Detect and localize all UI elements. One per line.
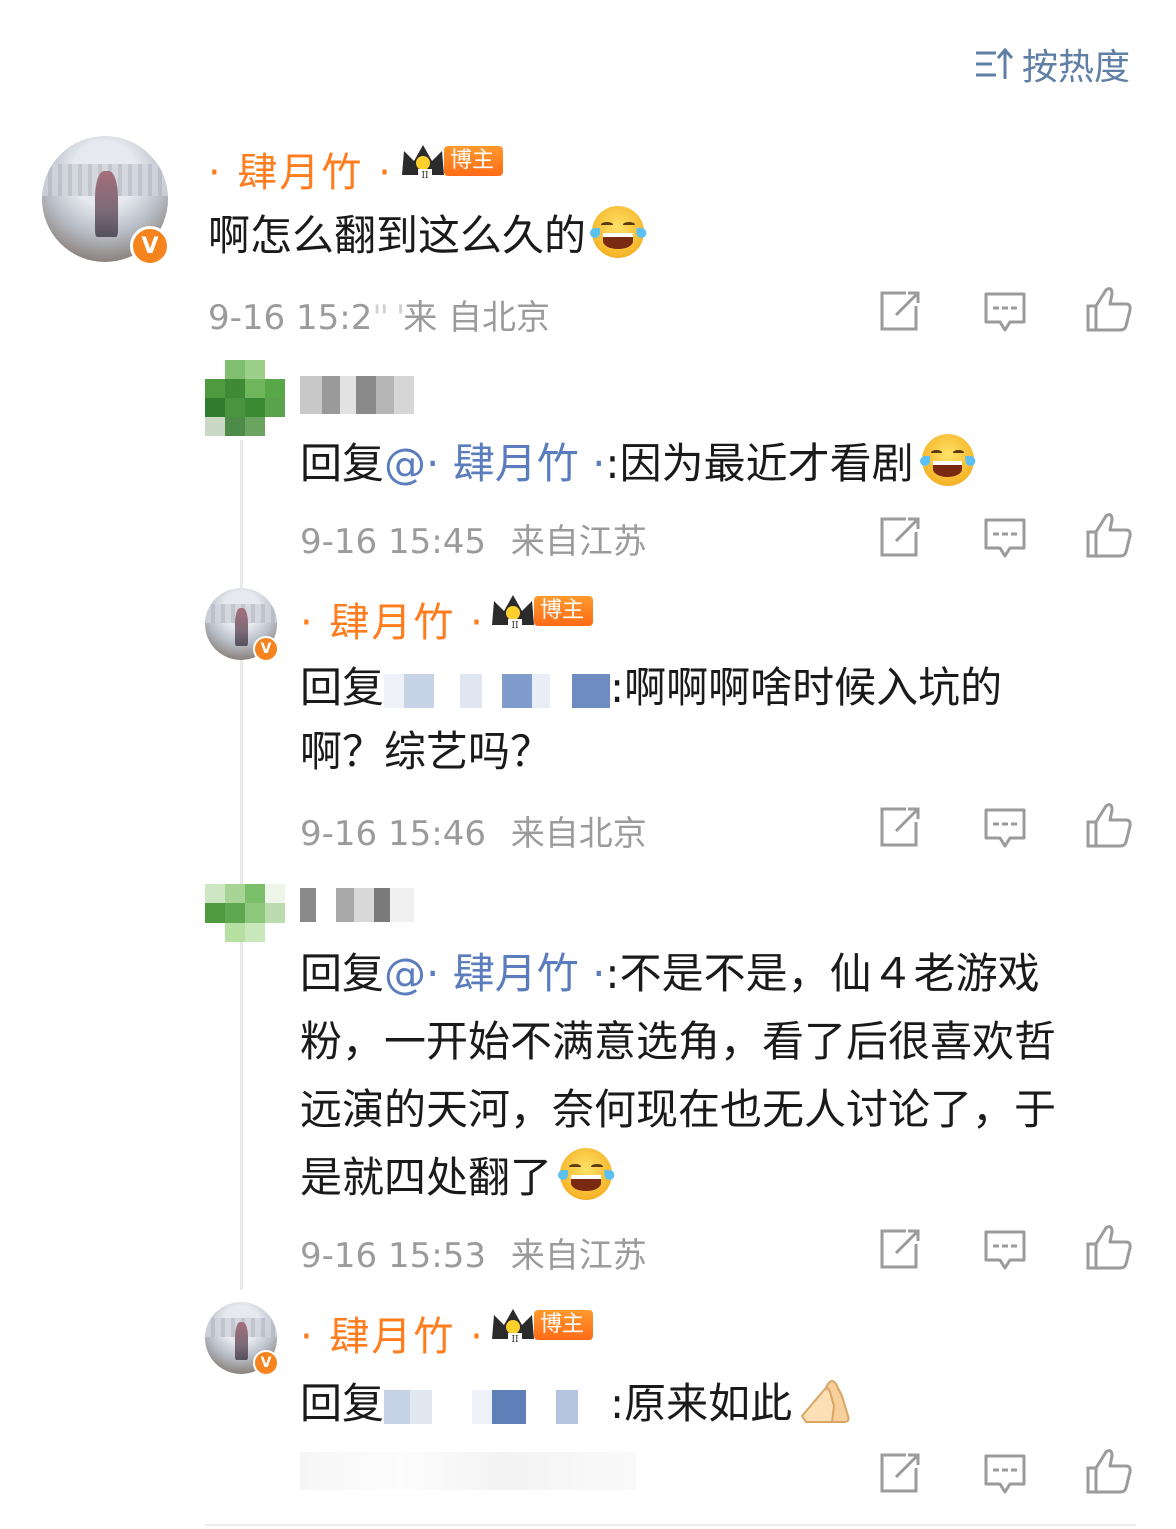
reply-location: 来自江苏	[510, 1236, 647, 1276]
crown-icon: II	[492, 595, 534, 631]
laughing-crying-emoji-icon	[589, 206, 647, 258]
reply-location: 来自北京	[510, 814, 647, 854]
svg-text:II: II	[421, 171, 429, 181]
laughing-crying-emoji-icon	[557, 1148, 615, 1200]
reply-meta: 9-16 15:46 来自北京	[300, 806, 647, 855]
redacted-mention	[384, 1389, 610, 1424]
reply-time: 9-16 15:46	[300, 814, 486, 854]
blogger-label: 博主	[534, 596, 594, 626]
sort-by-heat-button[interactable]: 按热度	[974, 40, 1130, 88]
reply-meta: 9-16 15:53 来自江苏	[300, 1228, 647, 1277]
reply-time: 9-16 15:53	[300, 1236, 486, 1276]
reply-text: 回复 :原来如此	[300, 1370, 854, 1431]
share-icon[interactable]	[878, 290, 922, 332]
laughing-crying-emoji-icon	[919, 434, 976, 486]
reply-meta: 9-16 15:45 来自江苏	[300, 514, 647, 563]
share-icon[interactable]	[878, 516, 922, 558]
reply-meta-redacted	[300, 1452, 636, 1490]
reply-location: 来自江苏	[510, 522, 647, 562]
blogger-label: 博主	[534, 1310, 594, 1340]
comment-time: 9-16 15:2	[208, 298, 373, 338]
reply-text: 回复@· 肆月竹 ·:因为最近才看剧	[300, 430, 976, 491]
mention-link[interactable]: @· 肆月竹 ·	[384, 949, 605, 998]
username[interactable]: · 肆月竹 ·	[208, 140, 393, 198]
redacted-username[interactable]	[300, 888, 414, 922]
comment-icon[interactable]	[982, 1452, 1028, 1496]
verified-badge-icon: V	[253, 1350, 279, 1376]
share-icon[interactable]	[878, 806, 922, 848]
divider	[205, 1524, 1136, 1526]
verified-badge-icon: V	[130, 226, 170, 266]
sort-label: 按热度	[1022, 47, 1131, 88]
comment-text: 啊怎么翻到这么久的	[208, 202, 647, 263]
crown-icon: II	[402, 145, 444, 181]
avatar[interactable]	[205, 360, 285, 436]
blogger-label: 博主	[444, 146, 504, 176]
comment-icon[interactable]	[982, 806, 1028, 850]
thumbs-up-icon[interactable]	[1084, 284, 1134, 334]
avatar[interactable]	[205, 884, 285, 942]
blogger-badge: II 博主	[398, 144, 504, 181]
sort-icon	[976, 47, 1014, 79]
username[interactable]: · 肆月竹 ·	[300, 1304, 485, 1362]
svg-text:II: II	[511, 621, 519, 631]
redacted-mention	[384, 673, 611, 708]
verified-badge-icon: V	[253, 636, 279, 662]
thumbs-up-icon[interactable]	[1084, 510, 1134, 560]
redacted-username[interactable]	[300, 376, 414, 414]
pressed-hands-emoji-icon	[798, 1376, 854, 1426]
thumbs-up-icon[interactable]	[1084, 1222, 1134, 1272]
share-icon[interactable]	[878, 1228, 922, 1270]
svg-text:II: II	[511, 1335, 519, 1345]
reply-text: 回复@· 肆月竹 ·:不是不是，仙４老游戏 粉，一开始不满意选角，看了后很喜欢哲…	[300, 949, 1057, 1202]
thumbs-up-icon[interactable]	[1084, 1446, 1134, 1496]
crown-icon: II	[492, 1309, 534, 1345]
blogger-badge: II 博主	[488, 1308, 594, 1345]
comment-location: 来 自北京	[403, 298, 550, 338]
thumbs-up-icon[interactable]	[1084, 800, 1134, 850]
comment-icon[interactable]	[982, 290, 1028, 334]
reply-text: 回复 :啊啊啊啥时候入坑的 啊？综艺吗？	[300, 663, 1003, 776]
share-icon[interactable]	[878, 1452, 922, 1494]
thread-line	[240, 440, 243, 1290]
comment-meta: 9-16 15:2'' '来 自北京	[208, 298, 550, 338]
blogger-badge: II 博主	[488, 594, 594, 631]
comment-icon[interactable]	[982, 516, 1028, 560]
mention-link[interactable]: @· 肆月竹 ·	[384, 439, 605, 488]
reply-time: 9-16 15:45	[300, 522, 486, 562]
comment-icon[interactable]	[982, 1228, 1028, 1272]
username[interactable]: · 肆月竹 ·	[300, 590, 485, 648]
